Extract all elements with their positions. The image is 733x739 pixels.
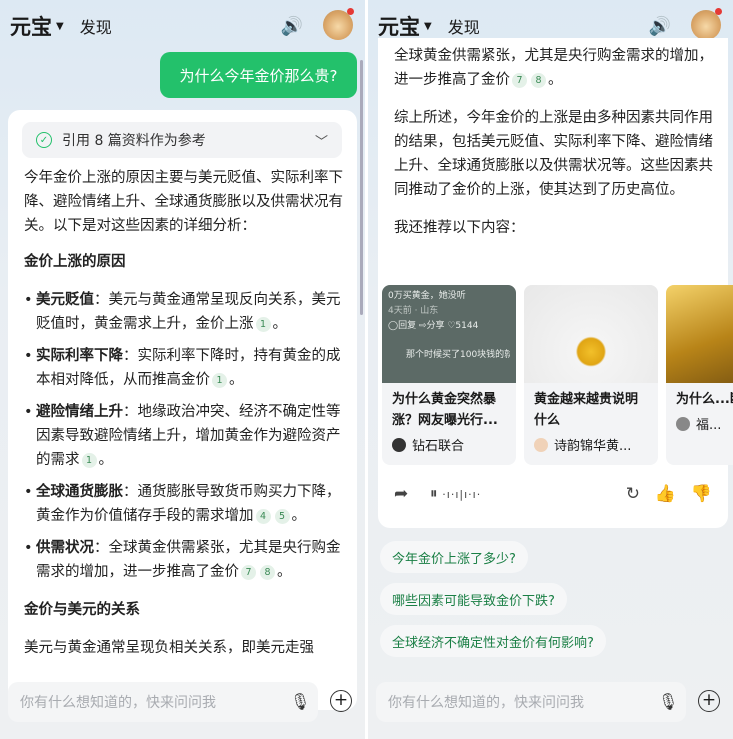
citation-badge[interactable]: 1: [255, 317, 271, 332]
citation-badge[interactable]: 4: [255, 509, 271, 524]
chat-panel-left: 元宝 ▼ 发现 🔊 为什么今年金价那么贵? ✓ 引用 8 篇资料作为参考 ﹀ 今…: [0, 0, 365, 739]
citation-badge[interactable]: 1: [81, 453, 97, 468]
discover-tab[interactable]: 发现: [448, 14, 480, 38]
thumbnail: [524, 285, 658, 383]
section-heading: 金价与美元的关系: [24, 602, 140, 618]
microphone-icon[interactable]: 🎙: [290, 692, 310, 711]
card-title: 黄金越来越贵说明什么: [534, 392, 639, 428]
answer-card: 全球黄金供需紧张，尤其是央行购金需求的增加，进一步推高了金价 7 8。 综上所述，今…: [378, 38, 733, 528]
card-author: 钻石联合: [412, 439, 465, 454]
recommendation-card[interactable]: 0万买黄金，她没听 4天前 · 山东 ◯回复 ⇨分享 ♡5144 那个时候买了10…: [382, 285, 516, 465]
speaker-icon[interactable]: 🔊: [281, 16, 303, 37]
speaker-icon[interactable]: 🔊: [649, 16, 671, 37]
card-author: 诗韵锦华黄...: [554, 439, 632, 454]
thumbnail: 0万买黄金，她没听 4天前 · 山东 ◯回复 ⇨分享 ♡5144 那个时候买了10…: [382, 285, 516, 383]
answer-text: 全球黄金供需紧张，尤其是央行购金需求的增加，进一步推高了金价 7 8。: [394, 48, 713, 88]
reference-toggle[interactable]: ✓ 引用 8 篇资料作为参考 ﹀: [22, 122, 342, 158]
recommend-label: 我还推荐以下内容：: [394, 220, 525, 236]
pause-icon[interactable]: ⏸ ·ı·ı|ı·ı·: [430, 484, 481, 502]
citation-badge[interactable]: 8: [260, 565, 275, 580]
citation-badge[interactable]: 7: [512, 73, 527, 88]
discover-tab[interactable]: 发现: [80, 14, 112, 38]
thumbs-down-icon[interactable]: 👎: [691, 484, 712, 504]
chat-panel-right: 元宝 ▼ 发现 🔊 全球黄金供需紧张，尤其是央行购金需求的增加，进一步推高了金价…: [368, 0, 733, 739]
reason-item: 美元贬值：美元与黄金通常呈现反向关系，美元贬值时，黄金需求上升，金价上涨1。: [24, 288, 346, 336]
suggestion-chip[interactable]: 哪些因素可能导致金价下跌?: [380, 583, 567, 615]
citation-badge[interactable]: 1: [212, 373, 227, 388]
microphone-icon[interactable]: 🎙: [658, 692, 678, 711]
caret-down-icon[interactable]: ▼: [56, 21, 64, 32]
regenerate-icon[interactable]: ↻: [626, 484, 640, 504]
card-title: 为什么...断涨价: [676, 392, 733, 407]
section-heading: 金价上涨的原因: [24, 254, 126, 270]
thumbnail: [666, 285, 733, 383]
intro-text: 今年金价上涨的原因主要与美元贬值、实际利率下降、避险情绪上升、全球通货膨胀以及供…: [24, 170, 343, 234]
plus-icon[interactable]: +: [330, 690, 352, 712]
citation-badge[interactable]: 8: [531, 73, 546, 88]
reason-list: 美元贬值：美元与黄金通常呈现反向关系，美元贬值时，黄金需求上升，金价上涨1。实际…: [24, 288, 346, 584]
suggestion-chip[interactable]: 今年金价上涨了多少?: [380, 541, 528, 573]
avatar[interactable]: [691, 8, 722, 40]
plus-icon[interactable]: +: [698, 690, 720, 712]
recommendation-card[interactable]: 为什么...断涨价 福...: [666, 285, 733, 465]
action-bar: ➦ ⏸ ·ı·ı|ı·ı· ↻ 👍 👎: [394, 484, 712, 510]
caret-down-icon[interactable]: ▼: [424, 21, 432, 32]
chat-input[interactable]: 你有什么想知道的，快来问问我: [8, 682, 318, 722]
recommendation-list: 0万买黄金，她没听 4天前 · 山东 ◯回复 ⇨分享 ♡5144 那个时候买了10…: [368, 285, 733, 465]
recommendation-card[interactable]: 黄金越来越贵说明什么 诗韵锦华黄...: [524, 285, 658, 465]
thumbs-up-icon[interactable]: 👍: [655, 484, 676, 504]
card-author: 福...: [696, 418, 722, 433]
reason-item: 全球通货膨胀：通货膨胀导致货币购买力下降，黄金作为价值储存手段的需求增加45。: [24, 480, 346, 528]
citation-badge[interactable]: 5: [274, 509, 290, 524]
section-text: 美元与黄金通常呈现负相关关系，即美元走强: [24, 640, 314, 656]
summary-text: 综上所述，今年金价的上涨是由多种因素共同作用的结果，包括美元贬值、实际利率下降、…: [394, 110, 713, 198]
chevron-down-icon[interactable]: ﹀: [315, 131, 328, 150]
avatar[interactable]: [323, 8, 354, 40]
app-logo[interactable]: 元宝: [378, 11, 420, 41]
author-avatar: [392, 437, 406, 452]
reason-item: 供需状况：全球黄金供需紧张，尤其是央行购金需求的增加，进一步推高了金价78。: [24, 536, 346, 584]
chat-input[interactable]: 你有什么想知道的，快来问问我: [376, 682, 686, 722]
header: 元宝 ▼ 发现 🔊: [10, 8, 355, 44]
suggestion-chip[interactable]: 全球经济不确定性对金价有何影响?: [380, 625, 606, 657]
author-avatar: [676, 416, 690, 431]
reason-item: 实际利率下降：实际利率下降时，持有黄金的成本相对降低，从而推高金价1。: [24, 344, 346, 392]
share-icon[interactable]: ➦: [394, 484, 408, 504]
author-avatar: [534, 437, 548, 452]
citation-badge[interactable]: 7: [241, 565, 256, 580]
card-title: 为什么黄金突然暴涨？网友曝光行...: [392, 392, 498, 428]
scrollbar[interactable]: [360, 60, 363, 315]
answer-card: ✓ 引用 8 篇资料作为参考 ﹀ 今年金价上涨的原因主要与美元贬值、实际利率下降…: [8, 110, 357, 710]
reason-item: 避险情绪上升：地缘政治冲突、经济不确定性等因素导致避险情绪上升，增加黄金作为避险…: [24, 400, 346, 472]
app-logo[interactable]: 元宝: [10, 11, 52, 41]
check-circle-icon: ✓: [36, 132, 52, 148]
reference-label: 引用 8 篇资料作为参考: [62, 133, 206, 149]
user-message: 为什么今年金价那么贵?: [160, 52, 357, 98]
